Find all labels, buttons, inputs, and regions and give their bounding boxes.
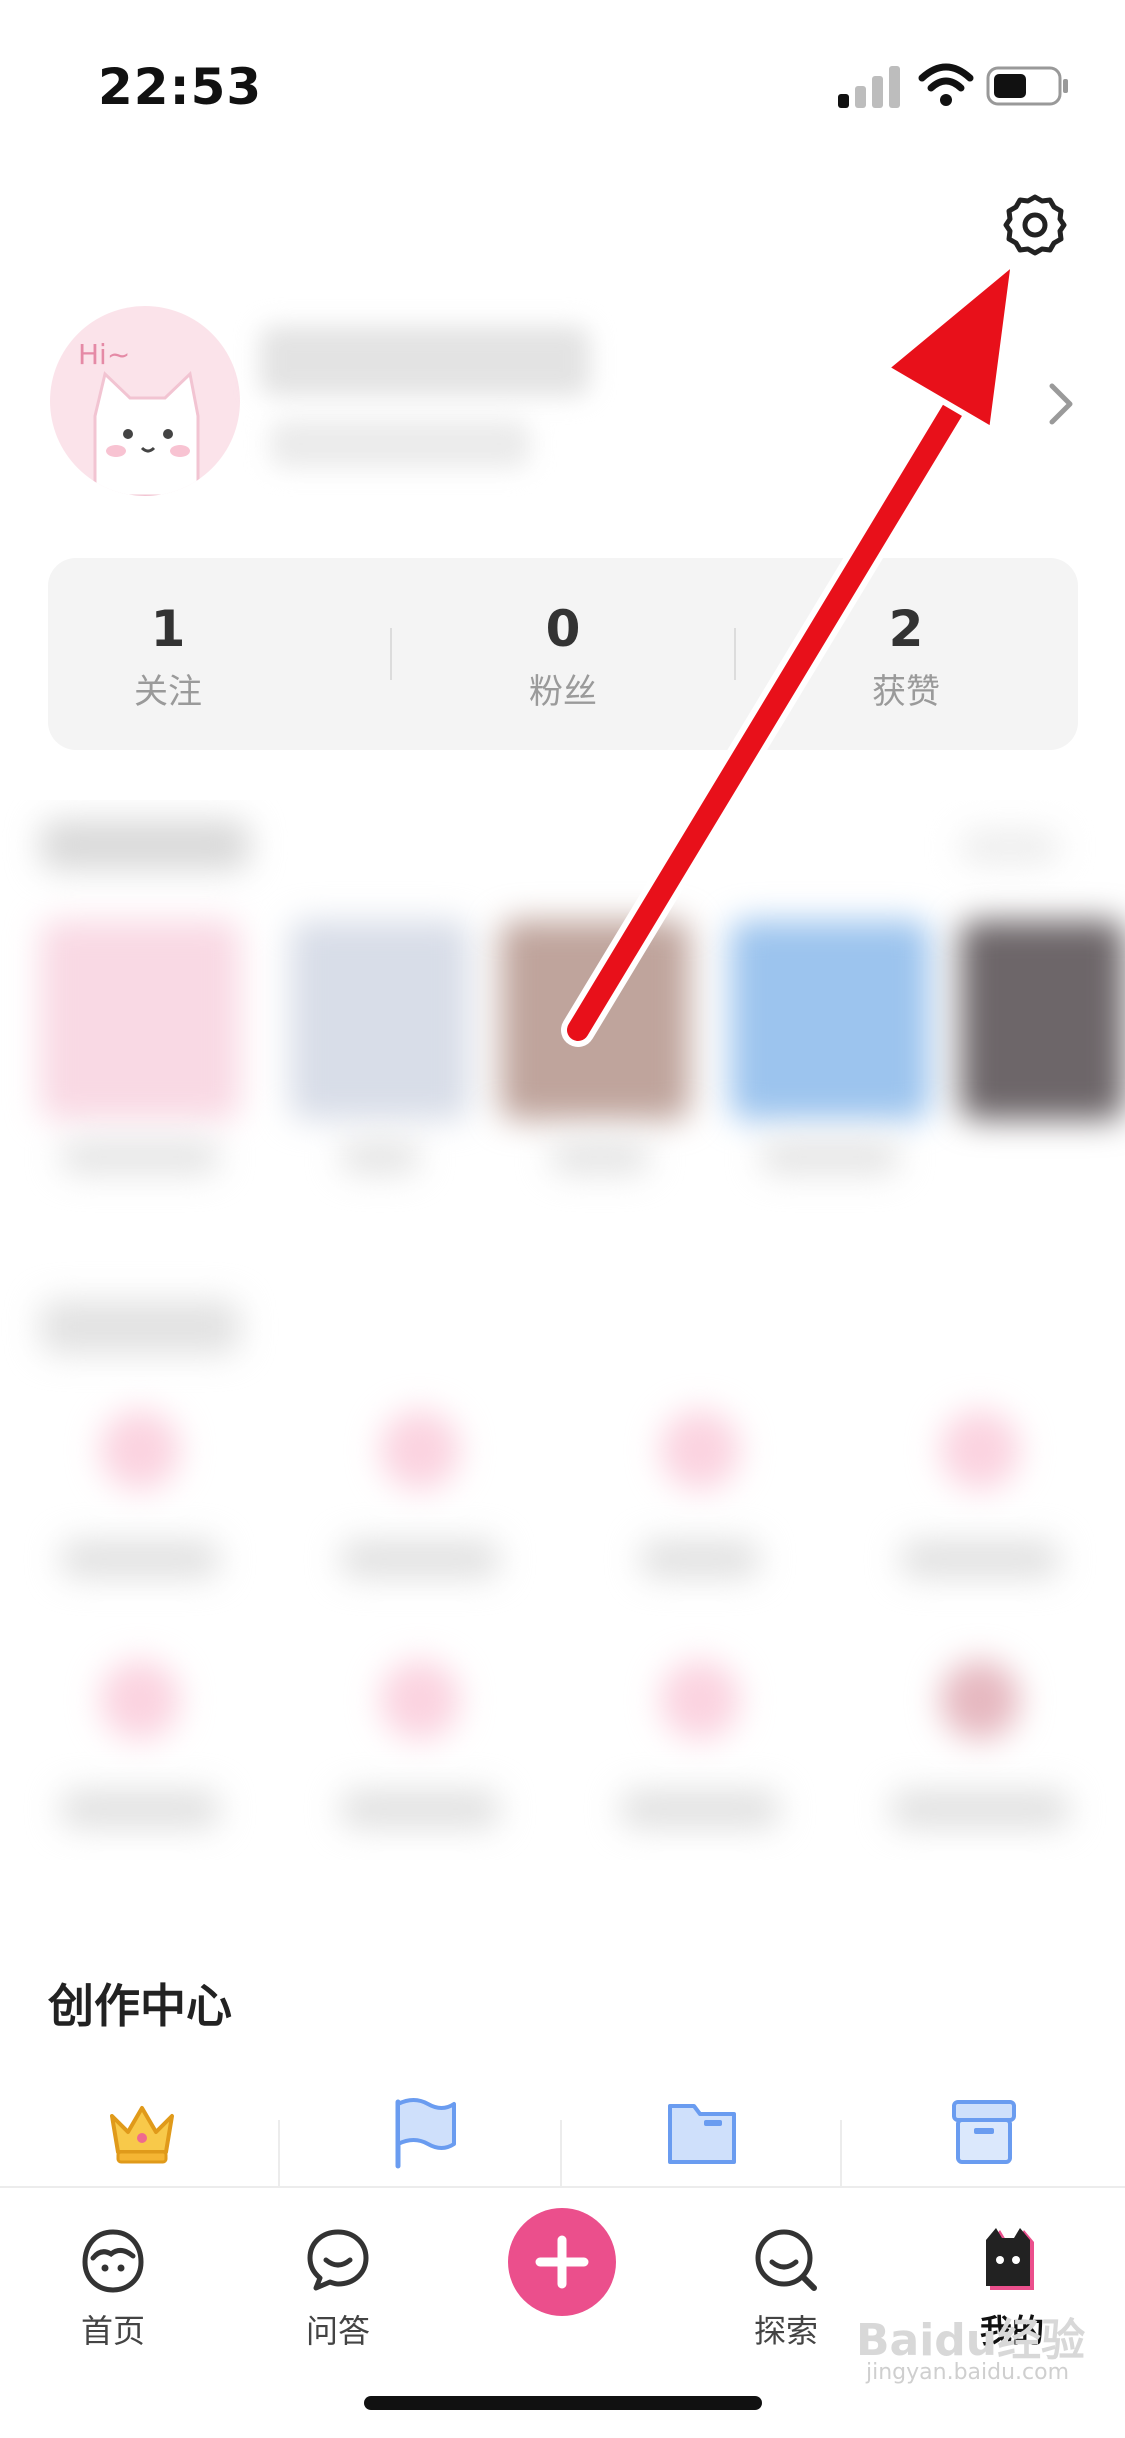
plus-button[interactable] [508, 2208, 616, 2316]
user-id-blurred [270, 420, 530, 468]
watermark-url: jingyan.baidu.com [866, 2360, 1070, 2385]
folder-icon[interactable] [664, 2094, 740, 2170]
box-icon[interactable] [946, 2094, 1022, 2170]
stat-following[interactable]: 1 关注 [68, 600, 268, 713]
svg-text:Hi~: Hi~ [78, 338, 130, 371]
signal-icon [838, 64, 902, 108]
tab-home[interactable]: 首页 [38, 2224, 188, 2352]
cat-avatar-icon: Hi~ [78, 338, 200, 496]
flag-icon[interactable] [384, 2094, 460, 2170]
stats-card: 1 关注 0 粉丝 2 获赞 [48, 558, 1078, 750]
stat-label: 粉丝 [529, 672, 597, 712]
divider [278, 2120, 280, 2190]
battery-icon [986, 66, 1068, 106]
blurred-content [0, 800, 1125, 1860]
qa-tab-icon [307, 2229, 369, 2291]
divider [840, 2120, 842, 2190]
explore-tab-icon [755, 2229, 817, 2291]
plus-icon [535, 2235, 589, 2289]
tab-label: 探索 [753, 2312, 818, 2350]
stat-label: 关注 [134, 672, 202, 712]
stat-value: 2 [888, 600, 924, 658]
creation-center-title: 创作中心 [48, 1979, 232, 2033]
gear-icon[interactable] [1002, 192, 1068, 258]
me-tab-icon [986, 2228, 1034, 2290]
tab-qa[interactable]: 问答 [263, 2224, 413, 2352]
home-indicator [364, 2396, 762, 2410]
tab-label: 首页 [80, 2312, 145, 2350]
stat-likes[interactable]: 2 获赞 [806, 600, 1006, 713]
wifi-icon [918, 63, 974, 106]
divider [390, 628, 392, 680]
username-blurred [260, 326, 590, 396]
stat-value: 1 [150, 600, 186, 658]
avatar[interactable]: Hi~ [50, 306, 240, 496]
tab-explore[interactable]: 探索 [711, 2224, 861, 2352]
chevron-right-icon[interactable] [1044, 380, 1078, 428]
crown-icon[interactable] [104, 2094, 180, 2170]
home-tab-icon [82, 2229, 144, 2293]
divider [560, 2120, 562, 2190]
divider [734, 628, 736, 680]
status-time: 22:53 [98, 58, 263, 116]
watermark: Baidu经验 [856, 2315, 1086, 2366]
stat-value: 0 [545, 600, 581, 658]
stat-label: 获赞 [872, 672, 940, 712]
stat-followers[interactable]: 0 粉丝 [463, 600, 663, 713]
tab-label: 问答 [305, 2312, 370, 2350]
